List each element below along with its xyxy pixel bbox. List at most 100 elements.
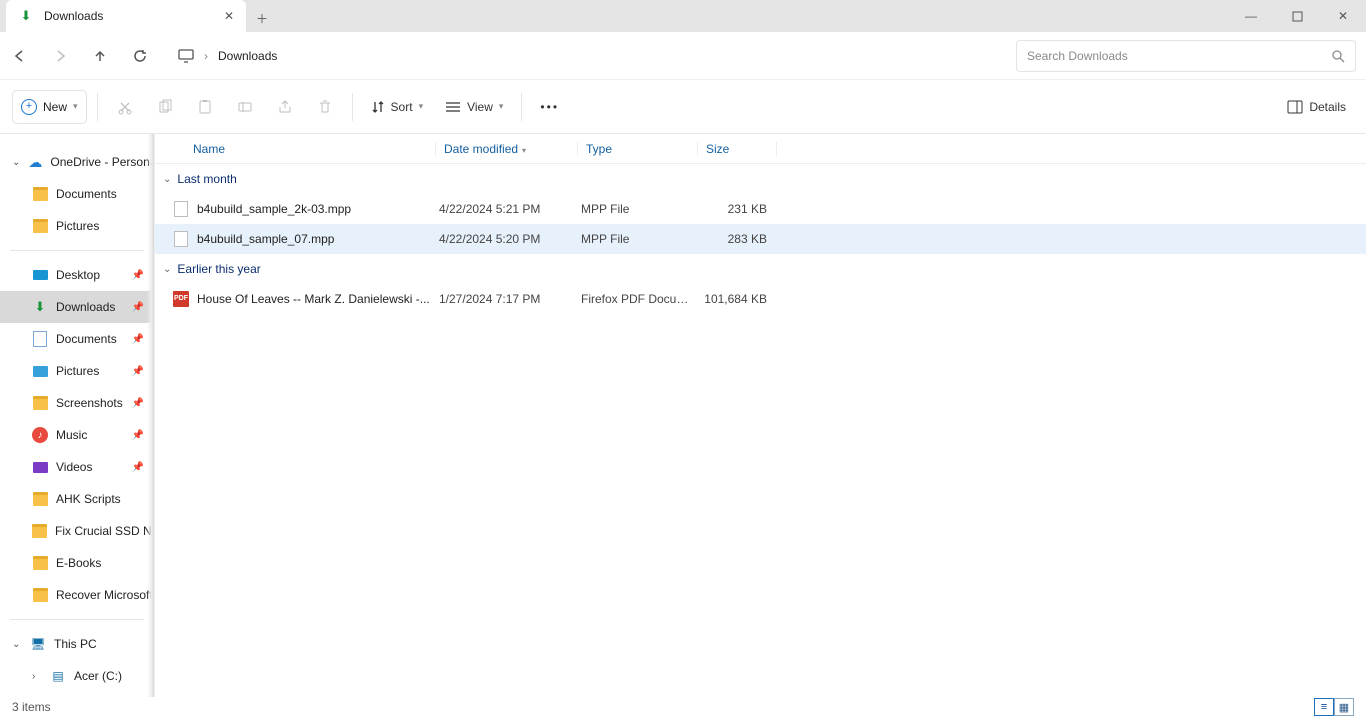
sidebar-label: Fix Crucial SSD Not Showing Up <box>55 524 154 538</box>
pictures-icon <box>32 363 48 379</box>
close-window-button[interactable]: ✕ <box>1320 0 1366 32</box>
monitor-icon <box>178 49 194 63</box>
group-earlier-this-year[interactable]: ⌄ Earlier this year <box>155 254 1366 284</box>
folder-icon <box>32 587 48 603</box>
divider <box>97 93 98 121</box>
chevron-down-icon: ⌄ <box>163 264 171 275</box>
details-label: Details <box>1309 100 1346 114</box>
file-date: 4/22/2024 5:21 PM <box>439 202 581 216</box>
sidebar-item-documents[interactable]: Documents 📌 <box>0 323 154 355</box>
new-tab-button[interactable]: ＋ <box>246 4 278 32</box>
sidebar-item-pictures[interactable]: Pictures 📌 <box>0 355 154 387</box>
close-tab-button[interactable]: ✕ <box>222 9 236 23</box>
sidebar-item-videos[interactable]: Videos 📌 <box>0 451 154 483</box>
breadcrumb-location[interactable]: Downloads <box>218 49 277 63</box>
file-name: House Of Leaves -- Mark Z. Danielewski -… <box>197 292 439 306</box>
sidebar: ⌄ OneDrive - Personal Documents Pictures… <box>0 134 155 697</box>
new-button-label: New <box>43 100 67 114</box>
rename-button[interactable] <box>228 90 262 124</box>
sidebar-item-this-pc[interactable]: ⌄ This PC <box>0 628 154 660</box>
more-button[interactable]: ••• <box>532 90 567 124</box>
search-placeholder: Search Downloads <box>1027 49 1128 63</box>
divider <box>352 93 353 121</box>
sidebar-item-onedrive-documents[interactable]: Documents <box>0 178 154 210</box>
sidebar-item-ahk-scripts[interactable]: AHK Scripts <box>0 483 154 515</box>
address-bar-row: › Downloads Search Downloads <box>0 32 1366 80</box>
forward-button[interactable] <box>40 32 80 80</box>
file-name: b4ubuild_sample_2k-03.mpp <box>197 202 439 216</box>
sidebar-item-desktop[interactable]: Desktop 📌 <box>0 259 154 291</box>
group-label: Earlier this year <box>177 262 260 276</box>
details-button[interactable]: Details <box>1279 90 1354 124</box>
sidebar-item-screenshots[interactable]: Screenshots 📌 <box>0 387 154 419</box>
chevron-down-icon: ⌄ <box>12 639 22 650</box>
view-mode-switch: ≡ ▦ <box>1314 698 1354 716</box>
folder-icon <box>32 186 48 202</box>
up-button[interactable] <box>80 32 120 80</box>
view-label: View <box>467 100 493 114</box>
music-icon <box>32 427 48 443</box>
column-headers: Name Date modified▾ Type Size <box>155 134 1366 164</box>
file-date: 4/22/2024 5:20 PM <box>439 232 581 246</box>
sidebar-label: E-Books <box>56 556 101 570</box>
chevron-down-icon: ▾ <box>73 101 78 112</box>
titlebar: Downloads ✕ ＋ — ✕ <box>0 0 1366 32</box>
sidebar-label: OneDrive - Personal <box>50 155 154 169</box>
sort-button[interactable]: Sort ▾ <box>363 90 432 124</box>
sidebar-item-onedrive[interactable]: ⌄ OneDrive - Personal <box>0 146 154 178</box>
pc-icon <box>30 636 46 652</box>
toolbar: + New ▾ Sort ▾ View ▾ ••• Details <box>0 80 1366 134</box>
search-input[interactable]: Search Downloads <box>1016 40 1356 72</box>
paste-button[interactable] <box>188 90 222 124</box>
sidebar-label: Documents <box>56 332 117 346</box>
view-button[interactable]: View ▾ <box>437 90 511 124</box>
file-list: Name Date modified▾ Type Size ⌄ Last mon… <box>155 134 1366 697</box>
file-size: 231 KB <box>701 202 773 216</box>
delete-button[interactable] <box>308 90 342 124</box>
sort-icon <box>371 100 385 114</box>
sidebar-label: Recover Microsoft <box>56 588 153 602</box>
sidebar-label: Pictures <box>56 364 99 378</box>
sidebar-item-ebooks[interactable]: E-Books <box>0 547 154 579</box>
view-mode-tiles[interactable]: ▦ <box>1334 698 1354 716</box>
details-pane-icon <box>1287 100 1303 114</box>
share-button[interactable] <box>268 90 302 124</box>
folder-icon <box>32 555 48 571</box>
file-row[interactable]: House Of Leaves -- Mark Z. Danielewski -… <box>155 284 1366 314</box>
file-row[interactable]: b4ubuild_sample_2k-03.mpp 4/22/2024 5:21… <box>155 194 1366 224</box>
minimize-button[interactable]: — <box>1228 0 1274 32</box>
maximize-button[interactable] <box>1274 0 1320 32</box>
drive-icon <box>50 668 66 684</box>
divider <box>10 250 144 251</box>
sidebar-label: Acer (C:) <box>74 669 122 683</box>
sidebar-item-fix-ssd[interactable]: Fix Crucial SSD Not Showing Up <box>0 515 154 547</box>
breadcrumb[interactable]: › Downloads <box>172 49 277 63</box>
sidebar-item-music[interactable]: Music 📌 <box>0 419 154 451</box>
tab-downloads[interactable]: Downloads ✕ <box>6 0 246 32</box>
back-button[interactable] <box>0 32 40 80</box>
copy-button[interactable] <box>148 90 182 124</box>
sidebar-item-acer-c[interactable]: › Acer (C:) <box>0 660 154 692</box>
refresh-button[interactable] <box>120 32 160 80</box>
group-last-month[interactable]: ⌄ Last month <box>155 164 1366 194</box>
chevron-right-icon: › <box>32 671 42 682</box>
new-button[interactable]: + New ▾ <box>12 90 87 124</box>
sidebar-item-recover[interactable]: Recover Microsoft <box>0 579 154 611</box>
view-mode-details[interactable]: ≡ <box>1314 698 1334 716</box>
chevron-down-icon: ⌄ <box>163 174 171 185</box>
pin-icon: 📌 <box>132 366 144 377</box>
column-date-modified[interactable]: Date modified▾ <box>435 142 577 156</box>
pin-icon: 📌 <box>132 462 144 473</box>
column-name[interactable]: Name <box>185 142 435 156</box>
cut-button[interactable] <box>108 90 142 124</box>
sidebar-item-downloads[interactable]: Downloads 📌 <box>0 291 154 323</box>
column-size[interactable]: Size <box>697 142 777 156</box>
file-type: MPP File <box>581 232 701 246</box>
pin-icon: 📌 <box>132 270 144 281</box>
sidebar-label: Pictures <box>56 219 99 233</box>
sidebar-item-onedrive-pictures[interactable]: Pictures <box>0 210 154 242</box>
file-row[interactable]: b4ubuild_sample_07.mpp 4/22/2024 5:20 PM… <box>155 224 1366 254</box>
column-type[interactable]: Type <box>577 142 697 156</box>
pdf-icon <box>173 291 189 307</box>
plus-circle-icon: + <box>21 99 37 115</box>
